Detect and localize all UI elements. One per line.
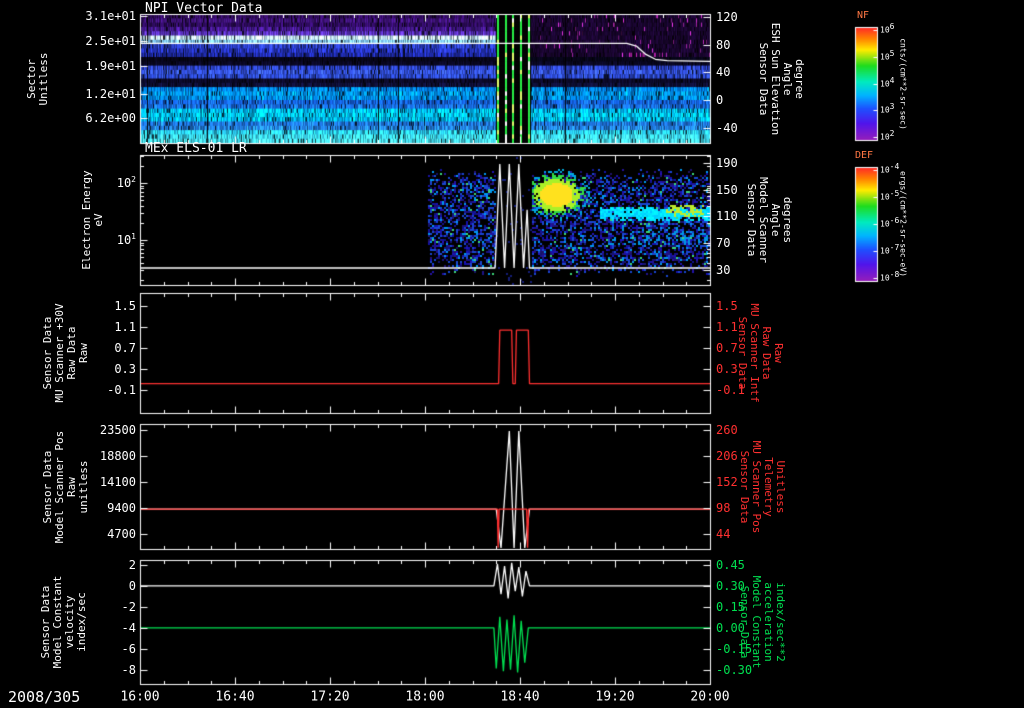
plot-canvas <box>0 0 1024 708</box>
panel-title-npi-vector-data: NPI Vector Data <box>145 1 262 16</box>
panel-title-mex-els: MEx ELS-01 LR <box>145 141 247 156</box>
colorbar-label-nf: NF <box>857 10 869 21</box>
colorbar-label-def: DEF <box>855 150 873 161</box>
date-label: 2008/305 <box>8 688 80 706</box>
science-plot-page: NPI Vector Data MEx ELS-01 LR NF DEF 200… <box>0 0 1024 708</box>
